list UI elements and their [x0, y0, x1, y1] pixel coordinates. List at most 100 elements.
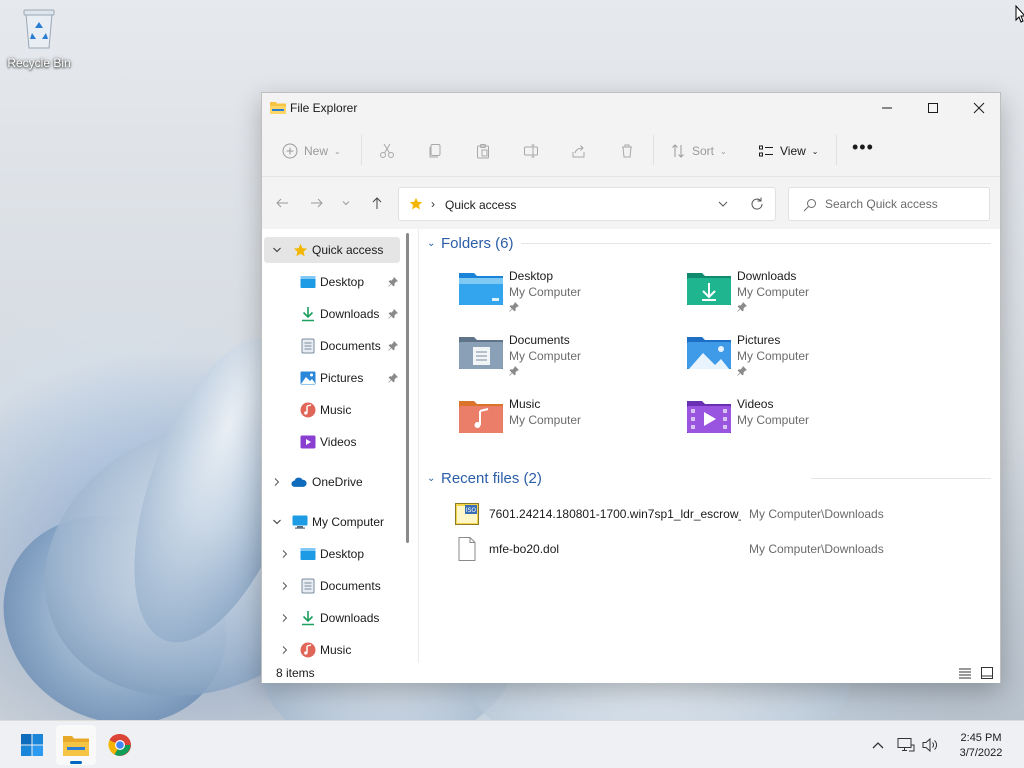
chevron-right-icon[interactable]	[280, 549, 290, 559]
sidebar-item-onedrive[interactable]: OneDrive	[264, 469, 400, 495]
close-icon	[973, 102, 985, 114]
folder-tile-videos[interactable]: Videos My Computer	[687, 397, 907, 447]
desktop-icon-recycle-bin[interactable]: Recycle Bin	[4, 6, 74, 70]
folder-tile-music[interactable]: Music My Computer	[459, 397, 679, 447]
title-bar[interactable]: File Explorer	[262, 93, 1000, 123]
chevron-down-icon: ⌄	[427, 472, 436, 484]
recent-file-location: My Computer\Downloads	[749, 542, 884, 556]
recent-files-group-header[interactable]: ⌄ Recent files (2)	[427, 468, 542, 488]
rename-button[interactable]	[523, 139, 539, 163]
sidebar-item-documents-pinned[interactable]: Documents	[264, 333, 400, 359]
cloud-icon	[291, 474, 307, 490]
recent-file-name: mfe-bo20.dol	[489, 542, 560, 556]
item-count: 8 items	[276, 666, 315, 680]
sidebar-item-desktop-pinned[interactable]: Desktop	[264, 269, 400, 295]
close-button[interactable]	[956, 93, 1002, 123]
clock-time: 2:45 PM	[960, 732, 1002, 744]
folders-group-header[interactable]: ⌄ Folders (6)	[427, 233, 514, 253]
sidebar-item-music[interactable]: Music	[264, 397, 400, 423]
list-item[interactable]	[455, 602, 995, 628]
active-app-indicator	[70, 761, 82, 764]
pin-icon	[388, 373, 398, 383]
folder-tile-documents[interactable]: Documents My Computer	[459, 333, 679, 383]
svg-text:ISO: ISO	[466, 507, 477, 514]
folder-tile-desktop[interactable]: Desktop My Computer	[459, 269, 679, 319]
sidebar-item-computer-music[interactable]: Music	[264, 637, 400, 663]
documents-icon	[300, 338, 316, 354]
chevron-down-icon[interactable]	[272, 517, 282, 527]
chevron-right-icon[interactable]	[272, 477, 282, 487]
computer-icon	[292, 514, 308, 530]
chevron-down-icon[interactable]	[272, 245, 282, 255]
paste-button[interactable]	[475, 139, 491, 163]
sidebar-item-label: Quick access	[312, 243, 384, 257]
start-icon	[21, 734, 43, 756]
chevron-right-icon[interactable]	[280, 613, 290, 623]
up-button[interactable]	[367, 193, 387, 213]
sidebar-scrollbar[interactable]	[406, 233, 409, 543]
sidebar-item-downloads-pinned[interactable]: Downloads	[264, 301, 400, 327]
delete-button[interactable]	[619, 139, 635, 163]
file-explorer-window: File Explorer New ⌄ Sort ⌄ View ⌄ ••• › …	[261, 92, 1001, 683]
arrow-left-icon	[276, 198, 288, 208]
folder-tile-downloads[interactable]: Downloads My Computer	[687, 269, 907, 319]
sidebar-item-computer-documents[interactable]: Documents	[264, 573, 400, 599]
breadcrumb-location[interactable]: Quick access	[445, 198, 516, 212]
address-bar[interactable]: › Quick access	[398, 187, 776, 221]
taskbar-file-explorer[interactable]	[56, 725, 96, 765]
sidebar-item-pictures-pinned[interactable]: Pictures	[264, 365, 400, 391]
search-box[interactable]	[788, 187, 990, 221]
recent-file-name: 7601.24214.180801-1700.win7sp1_ldr_escro…	[489, 507, 741, 521]
sort-button[interactable]: Sort ⌄	[670, 139, 727, 163]
tiles-view-icon[interactable]	[980, 666, 994, 680]
view-list-icon	[759, 145, 773, 157]
refresh-icon[interactable]	[749, 196, 765, 212]
sidebar-item-computer-downloads[interactable]: Downloads	[264, 605, 400, 631]
forward-button[interactable]	[307, 193, 327, 213]
folder-tile-pictures[interactable]: Pictures My Computer	[687, 333, 907, 383]
share-button[interactable]	[571, 139, 587, 163]
show-hidden-icons-button[interactable]	[868, 735, 888, 755]
status-bar: 8 items	[262, 663, 1000, 683]
new-button[interactable]: New ⌄	[282, 139, 341, 163]
documents-icon	[300, 578, 316, 594]
arrow-right-icon	[311, 198, 323, 208]
desktop-folder-icon	[300, 546, 316, 562]
sidebar-item-label: My Computer	[312, 515, 385, 529]
start-button[interactable]	[12, 725, 52, 765]
sidebar-item-quick-access[interactable]: Quick access	[264, 237, 400, 263]
chevron-right-icon[interactable]	[280, 581, 290, 591]
videos-folder-icon	[687, 401, 731, 433]
videos-icon	[300, 434, 316, 450]
folder-location: My Computer	[509, 349, 582, 363]
taskbar-chrome[interactable]	[100, 725, 140, 765]
maximize-button[interactable]	[910, 93, 956, 123]
cut-button[interactable]	[379, 139, 395, 163]
sidebar-item-computer-desktop[interactable]: Desktop	[264, 541, 400, 567]
network-button[interactable]	[896, 735, 916, 755]
search-input[interactable]	[825, 194, 985, 214]
group-divider	[521, 243, 991, 244]
view-button[interactable]: View ⌄	[758, 139, 819, 163]
recycle-bin-icon	[23, 9, 55, 49]
sidebar-item-videos[interactable]: Videos	[264, 429, 400, 455]
pin-icon	[509, 302, 519, 312]
copy-button[interactable]	[427, 139, 443, 163]
details-view-icon[interactable]	[958, 666, 972, 680]
recent-locations-button[interactable]	[338, 193, 354, 213]
taskbar-clock[interactable]: 2:45 PM 3/7/2022	[948, 731, 1014, 761]
pictures-icon	[300, 370, 316, 386]
back-button[interactable]	[272, 193, 292, 213]
volume-button[interactable]	[920, 735, 940, 755]
minimize-button[interactable]	[864, 93, 910, 123]
folder-name: Videos	[737, 397, 774, 411]
recent-file-row[interactable]: mfe-bo20.dol My Computer\Downloads	[455, 536, 995, 562]
desktop-folder-icon	[459, 273, 503, 305]
chevron-right-icon[interactable]	[280, 645, 290, 655]
recent-file-row[interactable]: ISO 7601.24214.180801-1700.win7sp1_ldr_e…	[455, 501, 995, 527]
sidebar-item-my-computer[interactable]: My Computer	[264, 509, 400, 535]
chevron-down-icon[interactable]	[717, 197, 729, 211]
folder-location: My Computer	[509, 285, 582, 299]
sidebar-item-label: Music	[320, 643, 352, 657]
see-more-button[interactable]: •••	[852, 135, 874, 159]
